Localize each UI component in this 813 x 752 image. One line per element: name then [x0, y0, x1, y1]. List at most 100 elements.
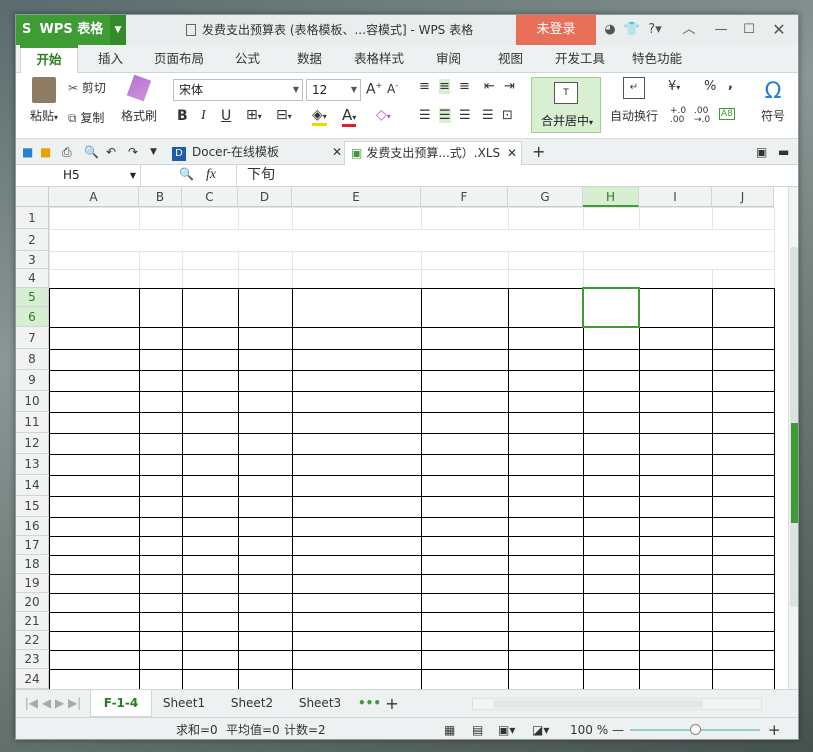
redo-icon[interactable]: ↷	[128, 141, 138, 165]
zoom-slider[interactable]	[630, 724, 760, 735]
header-project-name[interactable]	[50, 289, 139, 327]
distributed-icon[interactable]: ⊡	[502, 108, 513, 123]
new-tab-icon[interactable]: +	[532, 141, 545, 165]
app-menu-dropdown-icon[interactable]: ▼	[110, 15, 126, 45]
row-header-17[interactable]: 17	[16, 536, 49, 555]
shirt-icon[interactable]: 👕	[622, 15, 642, 45]
align-top-icon[interactable]: ≡	[419, 79, 430, 94]
header-mid-month[interactable]	[509, 289, 583, 327]
clear-format-icon[interactable]: ◇▾	[376, 107, 391, 123]
cut-button[interactable]: ✂ 剪切	[68, 79, 106, 96]
cell-title-merged[interactable]	[50, 230, 774, 251]
undo-icon[interactable]: ↶	[106, 141, 116, 165]
zoom-level[interactable]: 100 %	[570, 718, 608, 739]
row-header-15[interactable]: 15	[16, 496, 49, 517]
column-header-h[interactable]: H	[583, 187, 639, 207]
row-header-2[interactable]: 2	[16, 229, 49, 251]
row-header-13[interactable]: 13	[16, 454, 49, 475]
row-header-11[interactable]: 11	[16, 412, 49, 433]
name-box[interactable]: H5 ▼	[16, 165, 141, 186]
font-size-select[interactable]: 12 ▼	[306, 79, 361, 101]
row-header-3[interactable]: 3	[16, 251, 49, 269]
row-header-24[interactable]: 24	[16, 669, 49, 689]
tab-review[interactable]: 审阅	[436, 45, 461, 73]
normal-view-icon[interactable]: ▦	[444, 718, 455, 739]
vertical-scrollbar[interactable]	[788, 187, 798, 689]
row-header-16[interactable]: 16	[16, 517, 49, 536]
column-header-g[interactable]: G	[508, 187, 583, 207]
merge-center-button[interactable]: T 合并居中▾	[531, 77, 601, 133]
row-header-5[interactable]: 5	[16, 288, 49, 307]
column-header-i[interactable]: I	[639, 187, 712, 207]
column-header-d[interactable]: D	[238, 187, 292, 207]
skin-icon[interactable]: ◕	[600, 15, 620, 45]
decrease-font-icon[interactable]: A-	[387, 81, 398, 96]
font-name-select[interactable]: 宋体 ▼	[173, 79, 303, 101]
spreadsheet-grid[interactable]: A B C D E F G H I J 1 2 3 4 5 6 7 8 9 10 11 12 13 14 15 16 17 18 19 2…	[16, 187, 788, 689]
tab-formula[interactable]: 公式	[235, 45, 260, 73]
collapse-ribbon-icon[interactable]: ︿	[678, 15, 700, 45]
paste-button[interactable]: 粘贴▾	[24, 77, 64, 124]
header-paid-to-date[interactable]	[239, 289, 292, 327]
percent-button[interactable]: %	[704, 79, 716, 94]
wrap-text-button[interactable]: ↵ 自动换行	[606, 77, 662, 124]
row-header-19[interactable]: 19	[16, 574, 49, 593]
column-header-e[interactable]: E	[292, 187, 421, 207]
quick-access-dropdown-icon[interactable]: ▼	[150, 141, 157, 165]
doc-tab-current[interactable]: ▣ 发费支出预算...式）.XLS ✕	[344, 141, 522, 165]
cell-unit[interactable]	[713, 270, 774, 288]
row-header-4[interactable]: 4	[16, 269, 49, 288]
row-header-7[interactable]: 7	[16, 327, 49, 349]
row-header-23[interactable]: 23	[16, 650, 49, 669]
formula-input[interactable]: 下旬	[236, 165, 796, 186]
underline-button[interactable]: U	[221, 108, 231, 124]
sheet-tab-sheet3[interactable]: Sheet3	[292, 690, 348, 717]
zoom-lookup-icon[interactable]: 🔍	[179, 167, 194, 181]
bold-button[interactable]: B	[177, 108, 188, 124]
decrease-decimal-icon[interactable]: .00 →.0	[694, 107, 710, 125]
horizontal-scrollbar[interactable]	[472, 698, 762, 710]
format-painter-button[interactable]: 格式刷	[120, 74, 158, 124]
help-icon[interactable]: ?▾	[644, 15, 666, 45]
row-header-9[interactable]: 9	[16, 370, 49, 391]
tab-table-style[interactable]: 表格样式	[354, 45, 404, 73]
row-header-18[interactable]: 18	[16, 555, 49, 574]
column-header-c[interactable]: C	[182, 187, 238, 207]
row-header-20[interactable]: 20	[16, 593, 49, 612]
align-right-icon[interactable]: ☰	[459, 108, 471, 123]
copy-button[interactable]: ⧉ 复制	[68, 109, 104, 126]
header-early-month[interactable]	[422, 289, 508, 327]
h-scrollbar-thumb[interactable]	[493, 700, 703, 708]
comma-button[interactable]: ,	[728, 77, 733, 92]
close-tab-icon[interactable]: ✕	[332, 141, 342, 163]
row-header-22[interactable]: 22	[16, 631, 49, 650]
font-color-icon[interactable]: A▾	[342, 106, 357, 127]
increase-decimal-icon[interactable]: +.0.00	[670, 107, 686, 125]
tab-data[interactable]: 数据	[297, 45, 322, 73]
row-header-6[interactable]: 6	[16, 307, 49, 327]
cell-budget-period[interactable]	[584, 270, 712, 288]
column-header-b[interactable]: B	[139, 187, 182, 207]
sheet-tab-sheet1[interactable]: Sheet1	[156, 690, 212, 717]
row-header-1[interactable]: 1	[16, 207, 49, 229]
minimize-button[interactable]: —	[708, 15, 734, 45]
close-button[interactable]: ✕	[764, 15, 794, 45]
print-preview-icon[interactable]: 🔍	[84, 141, 99, 165]
page-break-view-icon[interactable]: ▣▾	[498, 718, 515, 739]
login-button[interactable]: 未登录	[516, 15, 596, 45]
row-header-14[interactable]: 14	[16, 475, 49, 496]
column-header-j[interactable]: J	[712, 187, 774, 207]
align-center-icon[interactable]: ☰	[439, 108, 451, 123]
header-contract-total[interactable]	[183, 289, 238, 327]
header-remarks[interactable]	[713, 289, 774, 327]
number-format-icon[interactable]: ¥▾	[668, 79, 680, 94]
align-bottom-icon[interactable]: ≡	[459, 79, 470, 94]
tab-minimize-icon[interactable]: ▬	[778, 141, 789, 165]
symbol-button[interactable]: Ω 符号	[758, 77, 788, 124]
function-button[interactable]: fx	[206, 167, 216, 183]
sheet-nav-icon[interactable]: |◀ ◀ ▶ ▶|	[22, 690, 84, 717]
open-icon[interactable]: ■	[40, 141, 51, 165]
justify-icon[interactable]: ☰	[482, 108, 494, 123]
row-header-10[interactable]: 10	[16, 391, 49, 412]
tab-list-icon[interactable]: ▣	[756, 141, 767, 165]
